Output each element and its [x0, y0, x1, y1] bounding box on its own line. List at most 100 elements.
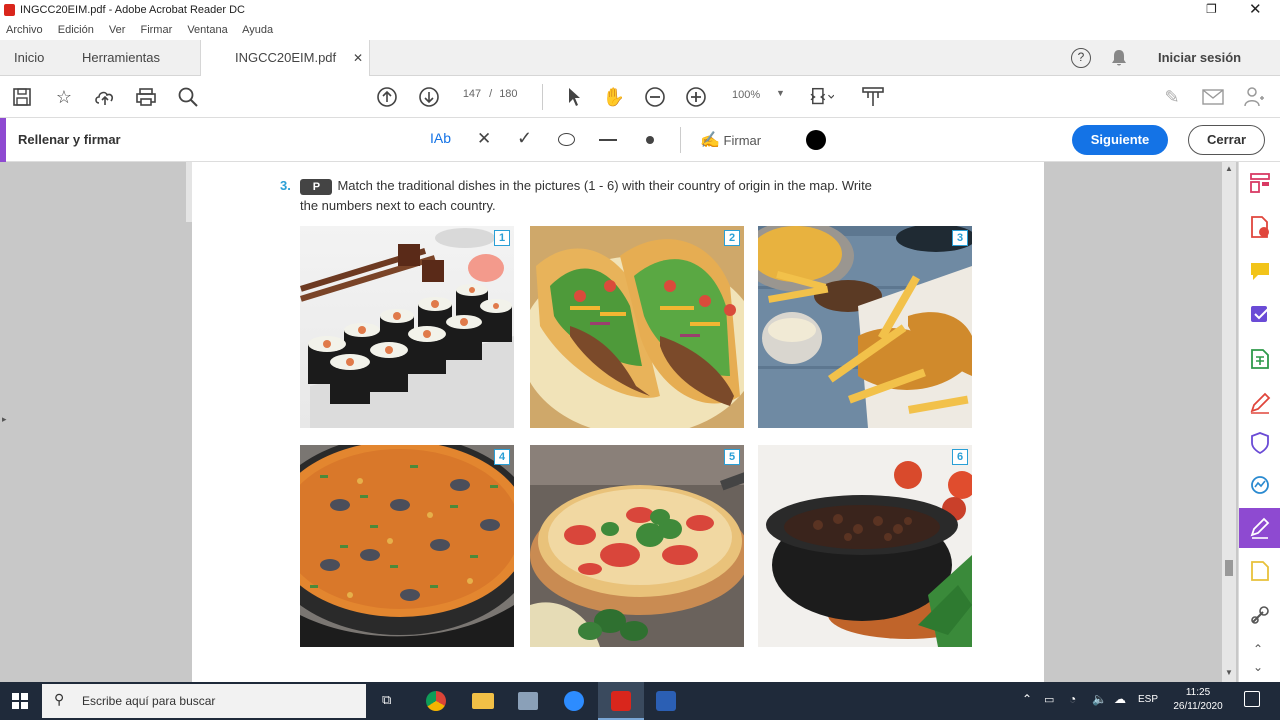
- upload-cloud-icon[interactable]: [93, 85, 117, 109]
- edit-pdf-icon[interactable]: [1247, 390, 1273, 416]
- close-button[interactable]: Cerrar: [1188, 125, 1265, 155]
- picture-number-2: 2: [724, 230, 740, 246]
- input-language[interactable]: ESP: [1138, 694, 1158, 705]
- page-number-field[interactable]: 147 / 180: [458, 88, 518, 100]
- line-icon[interactable]: [599, 139, 617, 141]
- dot-icon[interactable]: [646, 136, 654, 144]
- tab-tools[interactable]: Herramientas: [82, 40, 160, 76]
- store-app-icon[interactable]: [518, 692, 538, 710]
- fill-sign-active-icon[interactable]: [1239, 508, 1280, 548]
- instruction-line-1: Match the traditional dishes in the pict…: [337, 178, 872, 193]
- select-cursor-icon[interactable]: [562, 85, 586, 109]
- zoom-dropdown[interactable]: 100% ▼: [732, 88, 785, 101]
- cross-mark-icon[interactable]: ✕: [477, 129, 491, 149]
- scrollbar-thumb[interactable]: [1225, 560, 1233, 576]
- onedrive-cloud-icon[interactable]: ☁: [1114, 692, 1126, 706]
- organize-pages-icon[interactable]: [1247, 170, 1273, 196]
- zoom-value: 100%: [732, 89, 761, 101]
- tab-document[interactable]: INGCC20EIM.pdf ✕: [200, 40, 370, 76]
- menu-edicion[interactable]: Edición: [58, 24, 94, 36]
- search-icon[interactable]: [176, 85, 200, 109]
- file-explorer-icon[interactable]: [472, 693, 494, 709]
- menu-firmar[interactable]: Firmar: [140, 24, 172, 36]
- add-text-tool[interactable]: IAb: [430, 130, 451, 146]
- print-icon[interactable]: [134, 85, 158, 109]
- left-panel-toggle-icon[interactable]: ▸: [2, 414, 7, 425]
- pair-work-badge: P: [300, 179, 333, 195]
- pdf-page: 3. P Match the traditional dishes in the …: [192, 162, 1044, 682]
- sign-button[interactable]: ✍ Firmar: [700, 130, 761, 150]
- acrobat-taskbar-icon[interactable]: [598, 682, 644, 720]
- more-tools-icon[interactable]: [1247, 602, 1273, 628]
- restore-window-icon[interactable]: ❐: [1206, 2, 1217, 16]
- document-viewer[interactable]: ▸ 3. P Match the traditional dishes in th…: [0, 162, 1238, 682]
- windows-taskbar: ⚲ Escribe aquí para buscar ⧉ ⌃ ▭ ◔ 🔈 ☁ E…: [0, 682, 1280, 720]
- optimize-pdf-icon[interactable]: [1247, 472, 1273, 498]
- zoom-in-icon[interactable]: [684, 85, 708, 109]
- notification-center-icon[interactable]: [1244, 691, 1260, 707]
- close-tab-icon[interactable]: ✕: [353, 40, 363, 76]
- fish-and-chips-illustration: [758, 226, 972, 428]
- instruction-line-2: the numbers next to each country.: [300, 198, 496, 213]
- export-spreadsheet-icon[interactable]: [1247, 346, 1273, 372]
- scan-document-icon[interactable]: [1247, 558, 1273, 584]
- close-window-icon[interactable]: ✕: [1249, 0, 1262, 18]
- next-button[interactable]: Siguiente: [1072, 125, 1168, 155]
- tab-home[interactable]: Inicio: [14, 40, 44, 76]
- zoom-out-icon[interactable]: [643, 85, 667, 109]
- picture-number-4: 4: [494, 449, 510, 465]
- menu-ventana[interactable]: Ventana: [187, 24, 227, 36]
- toolbar-divider: [542, 84, 543, 110]
- help-icon[interactable]: ?: [1071, 48, 1091, 68]
- share-user-icon[interactable]: [1242, 85, 1266, 109]
- bookmark-star-icon[interactable]: ☆: [52, 85, 76, 109]
- show-hidden-icons-icon[interactable]: ⌃: [1022, 692, 1032, 706]
- taskbar-search-box[interactable]: ⚲ Escribe aquí para buscar: [42, 684, 366, 718]
- sign-in-link[interactable]: Iniciar sesión: [1158, 50, 1241, 65]
- panel-scroll-up-icon[interactable]: ⌃: [1253, 642, 1263, 656]
- scroll-mode-icon[interactable]: [861, 85, 885, 109]
- network-icon[interactable]: ▭: [1044, 693, 1054, 706]
- hand-tool-icon[interactable]: ✋: [602, 85, 626, 109]
- taskbar-search-placeholder: Escribe aquí para buscar: [82, 694, 216, 708]
- scroll-up-arrow-icon[interactable]: ▲: [1225, 164, 1233, 173]
- system-clock[interactable]: 11:25 26/11/2020: [1170, 686, 1226, 714]
- page-separator: /: [489, 88, 493, 100]
- menu-ver[interactable]: Ver: [109, 24, 126, 36]
- check-mark-icon[interactable]: ✓: [517, 128, 532, 149]
- zoom-app-icon[interactable]: [564, 691, 584, 711]
- save-icon[interactable]: [10, 85, 34, 109]
- exercise-number: 3.: [280, 178, 291, 193]
- panel-scroll-down-icon[interactable]: ⌄: [1253, 660, 1263, 674]
- sign-label: Firmar: [723, 133, 762, 148]
- export-pdf-icon[interactable]: [1247, 214, 1273, 240]
- tab-bar: Inicio Herramientas INGCC20EIM.pdf ✕ ? I…: [0, 40, 1280, 76]
- word-app-icon[interactable]: [656, 691, 676, 711]
- protect-shield-icon[interactable]: [1247, 430, 1273, 456]
- volume-icon[interactable]: 🔈: [1092, 692, 1107, 706]
- send-for-signature-icon[interactable]: [1247, 302, 1273, 328]
- chrome-app-icon[interactable]: [426, 691, 446, 711]
- picture-number-1: 1: [494, 230, 510, 246]
- fill-sign-pen-icon[interactable]: ✎: [1160, 85, 1184, 109]
- page-fit-icon[interactable]: [810, 85, 834, 109]
- previous-page-icon[interactable]: [375, 85, 399, 109]
- title-bar: INGCC20EIM.pdf - Adobe Acrobat Reader DC…: [0, 0, 1280, 20]
- task-view-icon[interactable]: ⧉: [382, 692, 391, 708]
- menu-ayuda[interactable]: Ayuda: [242, 24, 273, 36]
- menu-archivo[interactable]: Archivo: [6, 24, 43, 36]
- color-picker-button[interactable]: [806, 130, 826, 150]
- notifications-bell-icon[interactable]: [1111, 49, 1127, 67]
- picture-number-6: 6: [952, 449, 968, 465]
- wifi-icon[interactable]: ◔: [1069, 692, 1076, 706]
- windows-start-icon[interactable]: [12, 693, 28, 709]
- circle-icon[interactable]: [558, 133, 575, 146]
- scroll-down-arrow-icon[interactable]: ▼: [1225, 668, 1233, 677]
- email-icon[interactable]: [1201, 85, 1225, 109]
- next-page-icon[interactable]: [417, 85, 441, 109]
- next-button-label: Siguiente: [1090, 132, 1150, 147]
- scrollbar[interactable]: ▲ ▼: [1222, 162, 1236, 682]
- sign-pen-icon: ✍: [700, 132, 720, 149]
- acrobat-logo-icon: [4, 4, 15, 16]
- comment-icon[interactable]: [1247, 258, 1273, 284]
